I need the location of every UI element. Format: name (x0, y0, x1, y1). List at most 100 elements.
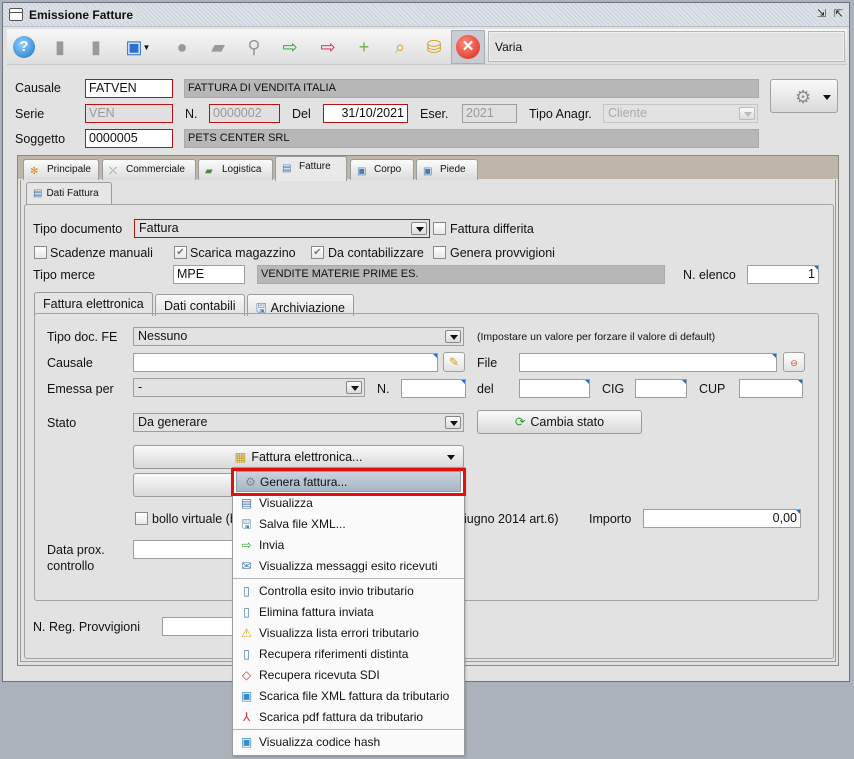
tipo-doc-fe-select[interactable]: Nessuno (133, 327, 464, 346)
menu-item-controlla-esito[interactable]: ▯ Controlla esito invio tributario (233, 581, 464, 602)
chevron-down-icon (411, 222, 427, 235)
edit-document-icon[interactable]: ▮ (47, 33, 73, 61)
code-icon: ◇ (241, 668, 252, 682)
tipo-doc-fe-label: Tipo doc. FE (47, 330, 118, 344)
menu-item-salva-file-xml[interactable]: 🖫 Salva file XML... (233, 514, 464, 535)
export-icon[interactable]: ⇨ (315, 33, 341, 61)
menu-item-lista-errori[interactable]: ⚠ Visualizza lista errori tributario (233, 623, 464, 644)
cambia-stato-button[interactable]: ⟳ Cambia stato (477, 410, 642, 434)
tipo-doc-fe-value: Nessuno (138, 329, 188, 343)
serie-input[interactable]: VEN (85, 104, 173, 123)
scadenze-manuali-label: Scadenze manuali (50, 246, 153, 260)
cup-input[interactable] (739, 379, 803, 398)
tipo-anagrafica-select[interactable]: Cliente (603, 104, 758, 123)
menu-item-recupera-riferimenti[interactable]: ▯ Recupera riferimenti distinta (233, 644, 464, 665)
search-icon[interactable]: ⚲ (241, 33, 267, 61)
genera-provvigioni-checkbox[interactable] (433, 246, 446, 259)
tab-logistica[interactable]: ▰ Logistica (198, 159, 273, 180)
find-icon[interactable]: ⌕ (387, 33, 413, 61)
menu-item-scarica-pdf[interactable]: ⅄ Scarica pdf fattura da tributario (233, 707, 464, 728)
gear-icon: ⚙ (795, 87, 812, 107)
maximize-icon[interactable]: ⇱ (832, 8, 845, 21)
file-input[interactable] (519, 353, 777, 372)
add-document-icon[interactable]: + (351, 33, 377, 61)
tipo-documento-select[interactable]: Fattura (134, 219, 430, 238)
tab-commerciale[interactable]: ⤬ Commerciale (102, 159, 196, 180)
menu-separator (233, 578, 464, 579)
tab-dati-fattura-label: Dati Fattura (46, 188, 99, 199)
edit-causale-button[interactable]: ✎ (443, 352, 465, 372)
menu-item-visualizza-messaggi[interactable]: ✉ Visualizza messaggi esito ricevuti (233, 556, 464, 577)
menu-item-label: Recupera riferimenti distinta (259, 647, 409, 661)
save-icon[interactable]: ▣ ▼ (125, 33, 151, 61)
commerciale-icon: ⤬ (109, 166, 117, 177)
tipo-anagrafica-value: Cliente (608, 106, 647, 120)
import-icon[interactable]: ⇨ (277, 33, 303, 61)
menu-item-codice-hash[interactable]: ▣ Visualizza codice hash (233, 732, 464, 753)
tab-corpo[interactable]: ▣ Corpo (350, 159, 414, 180)
stato-select[interactable]: Da generare (133, 413, 464, 432)
fe-del-label: del (477, 382, 494, 396)
remove-file-button[interactable]: ⊖ (783, 352, 805, 372)
tipo-anagrafica-label: Tipo Anagr. (529, 107, 592, 121)
delete-icon[interactable]: ● (169, 33, 195, 61)
fattura-differita-label: Fattura differita (450, 222, 534, 236)
importo-input[interactable]: 0,00 (643, 509, 801, 528)
restore-icon[interactable]: ⇲ (815, 8, 828, 21)
scarica-magazzino-checkbox[interactable]: ✔ (174, 246, 187, 259)
menu-item-visualizza[interactable]: ▤ Visualizza (233, 493, 464, 514)
bollo-virtuale-label: bollo virtuale (b (152, 512, 237, 526)
principale-icon: ✻ (30, 166, 39, 177)
dati-fattura-icon: ▤ (33, 188, 43, 199)
tab-fatture-label: Fatture (299, 161, 331, 172)
n-reg-provvigioni-label: N. Reg. Provvigioni (33, 620, 140, 634)
emessa-per-label: Emessa per (47, 382, 114, 396)
truck-icon: ▰ (205, 166, 213, 177)
fattura-differita-checkbox[interactable] (433, 222, 446, 235)
tab-dati-fattura[interactable]: ▤ Dati Fattura (26, 182, 112, 205)
menu-item-scarica-xml[interactable]: ▣ Scarica file XML fattura da tributario (233, 686, 464, 707)
bollo-virtuale-label-suffix: iugno 2014 art.6) (464, 512, 559, 526)
causale-input[interactable]: FATVEN (85, 79, 173, 98)
esercizio-label: Eser. (420, 107, 449, 121)
da-contabilizzare-checkbox[interactable]: ✔ (311, 246, 324, 259)
fatture-icon: ▤ (282, 163, 292, 174)
menu-item-label: Recupera ricevuta SDI (259, 668, 380, 682)
menu-item-label: Invia (259, 538, 285, 552)
scadenze-manuali-checkbox[interactable] (34, 246, 47, 259)
fattura-elettronica-menu-button[interactable]: ▦ Fattura elettronica... (133, 445, 464, 469)
title-bar: Emissione Fatture ⇲ ⇱ (3, 3, 849, 27)
close-button[interactable]: ✕ (451, 30, 485, 64)
menu-item-invia[interactable]: ⇨ Invia (233, 535, 464, 556)
pencil-icon: ✎ (448, 355, 460, 369)
help-icon[interactable]: ? (11, 33, 37, 61)
status-box: Varia (488, 31, 845, 62)
numero-input[interactable]: 0000002 (209, 104, 280, 123)
tipo-merce-input[interactable]: MPE (173, 265, 245, 284)
stato-label: Stato (47, 416, 77, 430)
soggetto-input[interactable]: 0000005 (85, 129, 173, 148)
tab-principale[interactable]: ✻ Principale (23, 159, 99, 180)
cig-input[interactable] (635, 379, 687, 398)
fe-causale-input[interactable] (133, 353, 438, 372)
causale-description: FATTURA DI VENDITA ITALIA (184, 79, 759, 98)
fe-n-input[interactable] (401, 379, 466, 398)
bollo-virtuale-checkbox[interactable] (135, 512, 148, 525)
menu-item-recupera-ricevuta[interactable]: ◇ Recupera ricevuta SDI (233, 665, 464, 686)
menu-item-elimina-fattura[interactable]: ▯ Elimina fattura inviata (233, 602, 464, 623)
coins-icon[interactable]: ⛁ (421, 33, 447, 61)
emessa-per-select[interactable]: - (133, 378, 365, 397)
chevron-down-icon (346, 381, 362, 394)
esercizio-input[interactable]: 2021 (462, 104, 517, 123)
print-icon[interactable]: ▰ (205, 33, 231, 61)
data-documento-input[interactable]: 31/10/2021 (323, 104, 408, 123)
hash-icon: ▣ (240, 735, 253, 749)
caret-down-icon (447, 455, 455, 460)
settings-menu-button[interactable]: ⚙ (770, 79, 838, 113)
fe-del-input[interactable] (519, 379, 590, 398)
new-document-icon[interactable]: ▮ (83, 33, 109, 61)
window-title: Emissione Fatture (29, 8, 138, 22)
tab-piede[interactable]: ▣ Piede (416, 159, 478, 180)
n-elenco-input[interactable]: 1 (747, 265, 819, 284)
tipo-documento-label: Tipo documento (33, 222, 123, 236)
